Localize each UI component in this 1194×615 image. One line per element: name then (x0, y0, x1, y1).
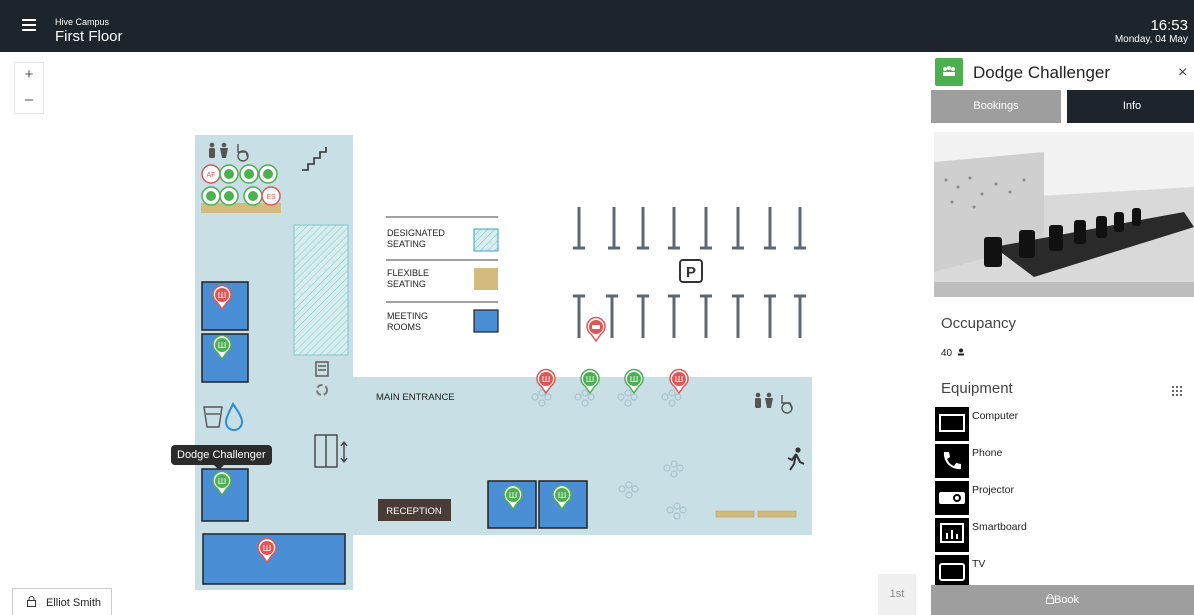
reception-label: RECEPTION (386, 506, 442, 517)
room-tooltip: Dodge Challenger (171, 445, 272, 470)
tab-bookings[interactable]: Bookings (931, 90, 1061, 123)
tv-icon (935, 555, 969, 585)
lock-icon (1045, 594, 1054, 604)
book-label: Book (1053, 594, 1080, 606)
top-bar: Hive Campus First Floor 16:53 Monday, 04… (0, 0, 1194, 52)
designated-seating-zone (293, 224, 349, 356)
floorplan-drawing: Ш Ш (195, 135, 812, 590)
projector-icon (935, 481, 969, 515)
legend-designated-line1: DESIGNATED (387, 228, 445, 238)
legend-designated-line2: SEATING (387, 239, 426, 249)
close-icon[interactable]: × (1178, 64, 1187, 82)
tab-info[interactable]: Info (1067, 90, 1194, 123)
room-title: Dodge Challenger (973, 63, 1111, 82)
equipment-item: Smartboard (934, 518, 1174, 552)
equipment-label: Phone (972, 447, 1003, 459)
legend: DESIGNATED SEATING FLEXIBLE SEATING MEET… (386, 216, 499, 333)
desk-pin-es-label: ES (266, 194, 276, 201)
clock-date: Monday, 04 May (1114, 34, 1188, 45)
flexible-desk (715, 510, 755, 518)
smartboard-icon (935, 518, 969, 552)
equipment-item: Projector (934, 481, 1174, 515)
legend-meeting-line2: ROOMS (387, 322, 421, 332)
occupancy-count: 40 (941, 348, 953, 359)
grid-view-icon[interactable] (1172, 386, 1182, 396)
lock-icon (27, 596, 36, 607)
legend-flexible-line1: FLEXIBLE (387, 268, 429, 278)
equipment-item: Computer (934, 407, 1174, 441)
equipment-item: Phone (934, 444, 1174, 478)
flexible-desk (757, 510, 797, 518)
occupancy-heading: Occupancy (941, 315, 1017, 332)
person-icon (957, 348, 964, 356)
parking-sign-letter: P (686, 264, 696, 281)
user-button[interactable]: Elliot Smith (12, 588, 112, 615)
main-entrance-label: MAIN ENTRANCE (376, 392, 455, 403)
legend-flexible-line2: SEATING (387, 279, 426, 289)
room-photo (934, 132, 1194, 297)
car-pin (586, 316, 606, 343)
equipment-label: Projector (972, 484, 1015, 496)
clock-time: 16:53 (1150, 17, 1188, 34)
floor-map[interactable]: Ш Ш (0, 52, 930, 615)
phone-icon (935, 444, 969, 478)
floor-level-button[interactable]: 1st (878, 574, 916, 615)
equipment-heading: Equipment (941, 380, 1013, 397)
zoom-in-button[interactable]: + (15, 63, 43, 88)
floor-name: First Floor (55, 28, 123, 45)
occupancy-value: 40 (941, 348, 965, 359)
equipment-label: Smartboard (972, 521, 1027, 533)
room-details-panel: Dodge Challenger × Bookings Info Occupan… (930, 52, 1194, 615)
menu-icon[interactable] (22, 19, 36, 31)
user-name: Elliot Smith (46, 597, 102, 609)
equipment-item: TV (934, 555, 1174, 585)
legend-meeting-line1: MEETING (387, 311, 428, 321)
equipment-label: Computer (972, 410, 1019, 422)
book-button[interactable]: Book (931, 585, 1194, 615)
zoom-control: + – (14, 62, 44, 114)
campus-name: Hive Campus (55, 17, 110, 27)
equipment-label: TV (972, 558, 986, 570)
computer-icon (935, 407, 969, 441)
meeting-room-icon (935, 58, 963, 86)
desk-pin-af-label: AF (207, 172, 216, 179)
zoom-out-button[interactable]: – (15, 88, 43, 113)
